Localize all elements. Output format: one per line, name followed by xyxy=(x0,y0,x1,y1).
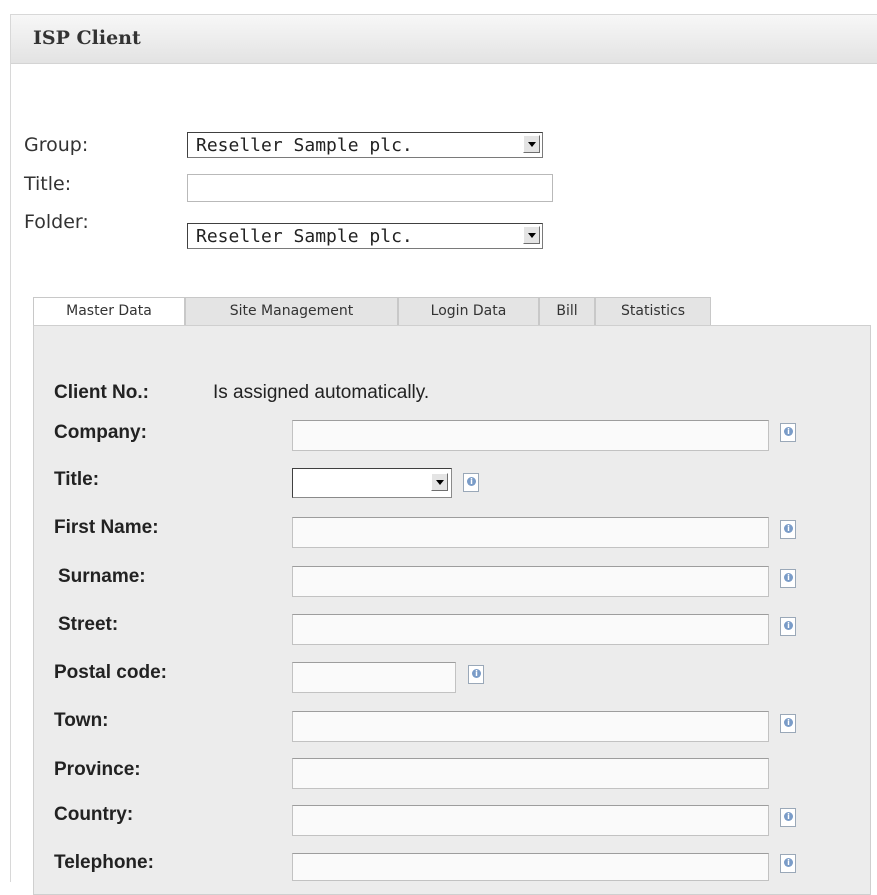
title-input[interactable] xyxy=(187,174,553,202)
info-icon[interactable] xyxy=(780,714,796,733)
title-label: Title: xyxy=(54,469,100,490)
tab-login-data[interactable]: Login Data xyxy=(398,297,539,325)
title-label: Title: xyxy=(24,173,72,195)
postal-code-label: Postal code: xyxy=(54,662,167,683)
info-icon[interactable] xyxy=(468,665,484,684)
info-icon[interactable] xyxy=(780,520,796,539)
info-icon[interactable] xyxy=(780,423,796,442)
chevron-down-icon[interactable] xyxy=(431,473,448,491)
street-label: Street: xyxy=(58,614,119,635)
surname-label: Surname: xyxy=(58,566,146,587)
street-input[interactable] xyxy=(292,614,769,645)
window-titlebar: ISP Client xyxy=(11,15,877,64)
tab-bill[interactable]: Bill xyxy=(539,297,595,325)
telephone-label: Telephone: xyxy=(54,852,154,873)
title-select[interactable] xyxy=(292,468,452,498)
group-select-value: Reseller Sample plc. xyxy=(196,135,413,156)
group-select[interactable]: Reseller Sample plc. xyxy=(187,132,543,158)
info-icon[interactable] xyxy=(780,808,796,827)
town-label: Town: xyxy=(54,710,109,731)
company-label: Company: xyxy=(54,422,147,443)
town-input[interactable] xyxy=(292,711,769,742)
folder-label: Folder: xyxy=(24,211,89,233)
tab-master-data[interactable]: Master Data xyxy=(33,297,185,326)
window-title: ISP Client xyxy=(33,27,141,49)
telephone-input[interactable] xyxy=(292,853,769,881)
info-icon[interactable] xyxy=(780,617,796,636)
chevron-down-icon[interactable] xyxy=(523,135,540,153)
folder-select[interactable]: Reseller Sample plc. xyxy=(187,223,543,249)
chevron-down-icon[interactable] xyxy=(523,226,540,244)
province-input[interactable] xyxy=(292,758,769,789)
province-label: Province: xyxy=(54,759,141,780)
surname-input[interactable] xyxy=(292,566,769,597)
postal-code-input[interactable] xyxy=(292,662,456,693)
tab-site-management[interactable]: Site Management xyxy=(185,297,398,325)
first-name-label: First Name: xyxy=(54,517,159,538)
first-name-input[interactable] xyxy=(292,517,769,548)
info-icon[interactable] xyxy=(463,473,479,492)
group-label: Group: xyxy=(24,134,89,156)
company-input[interactable] xyxy=(292,420,769,451)
client-no-value: Is assigned automatically. xyxy=(213,382,430,403)
tab-statistics[interactable]: Statistics xyxy=(595,297,711,325)
folder-select-value: Reseller Sample plc. xyxy=(196,226,413,247)
country-input[interactable] xyxy=(292,805,769,836)
info-icon[interactable] xyxy=(780,569,796,588)
client-no-label: Client No.: xyxy=(54,382,149,403)
country-label: Country: xyxy=(54,804,134,825)
info-icon[interactable] xyxy=(780,854,796,873)
